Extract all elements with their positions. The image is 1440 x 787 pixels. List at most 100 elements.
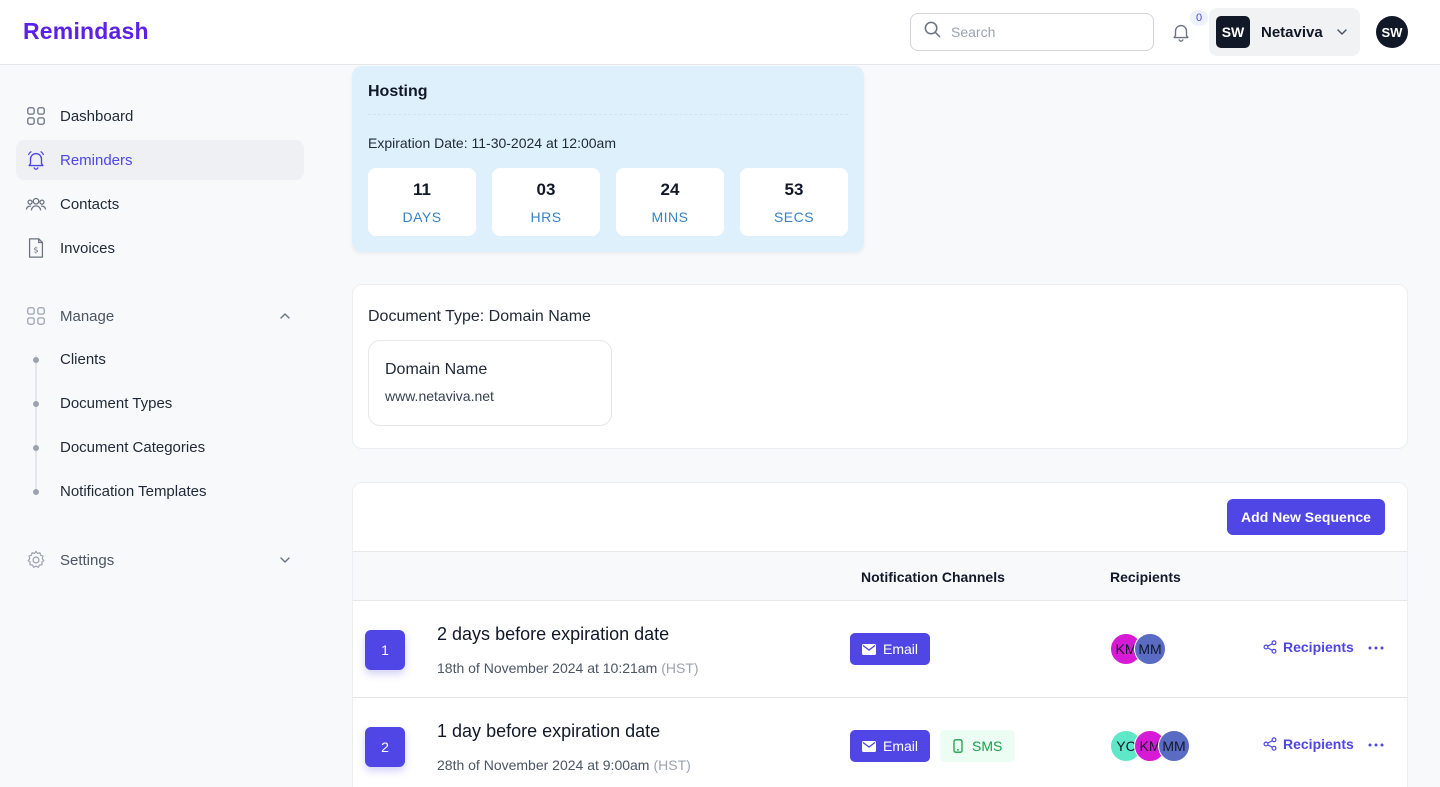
document-field-value: www.netaviva.net — [385, 388, 494, 404]
top-header: Remindash 0 SW Netaviva SW — [0, 0, 1440, 65]
sequence-title: 2 days before expiration date — [437, 624, 669, 645]
envelope-icon — [862, 643, 876, 655]
column-header-recipients: Recipients — [1110, 569, 1181, 585]
sidebar-item-label: Contacts — [60, 195, 120, 213]
sequence-number: 1 — [365, 630, 405, 670]
countdown-minutes: 24 MINS — [616, 168, 724, 236]
countdown-seconds: 53 SECS — [740, 168, 848, 236]
app-logo[interactable]: Remindash — [23, 18, 149, 45]
document-field-box: Domain Name www.netaviva.net — [368, 340, 612, 426]
sequence-date-text: 28th of November 2024 at 9:00am — [437, 757, 650, 773]
search-input[interactable] — [951, 24, 1141, 40]
sidebar: Dashboard Reminders Contacts $ Invoices … — [0, 65, 320, 787]
sms-channel-badge[interactable]: SMS — [940, 730, 1016, 762]
channel-label: Email — [883, 641, 919, 657]
avatar[interactable]: MM — [1134, 633, 1166, 665]
sidebar-subitem-document-categories[interactable]: Document Categories — [60, 439, 205, 456]
document-card: Document Type: Domain Name Domain Name w… — [352, 284, 1408, 449]
sidebar-item-label: Manage — [60, 307, 115, 325]
submenu-dot — [33, 445, 39, 451]
countdown-unit: DAYS — [402, 209, 442, 225]
sidebar-item-label: Settings — [60, 551, 115, 569]
user-avatar[interactable]: SW — [1376, 16, 1408, 48]
sidebar-subitem-document-types[interactable]: Document Types — [60, 395, 172, 412]
submenu-dot — [33, 401, 39, 407]
timezone: (HST) — [653, 757, 691, 773]
countdown-unit: SECS — [773, 209, 815, 225]
sequence-amount: 2 days — [437, 624, 491, 644]
countdown-hours: 03 HRS — [492, 168, 600, 236]
recipients-link[interactable]: Recipients — [1263, 639, 1354, 655]
channel-label: SMS — [972, 738, 1003, 754]
envelope-icon — [862, 740, 876, 752]
submenu-line — [35, 355, 37, 492]
recipients-link[interactable]: Recipients — [1263, 736, 1354, 752]
avatar[interactable]: MM — [1158, 730, 1190, 762]
grid-icon — [24, 304, 48, 328]
sidebar-item-settings[interactable]: Settings — [16, 540, 304, 580]
countdown-value: 53 — [784, 180, 804, 199]
sequence-date: 28th of November 2024 at 9:00am (HST) — [437, 757, 691, 773]
chevron-down-icon — [278, 553, 292, 567]
hosting-countdown-card: Hosting Expiration Date: 11-30-2024 at 1… — [352, 66, 864, 252]
sidebar-item-reminders[interactable]: Reminders — [16, 140, 304, 180]
add-new-sequence-button[interactable]: Add New Sequence — [1227, 499, 1385, 535]
column-header-channels: Notification Channels — [861, 569, 1005, 585]
email-channel-badge[interactable]: Email — [850, 730, 931, 762]
sequence-card: Add New Sequence Notification Channels R… — [352, 482, 1408, 787]
countdown-unit: HRS — [530, 209, 562, 225]
svg-text:$: $ — [33, 245, 38, 255]
table-row: 1 2 days before expiration date 18th of … — [353, 601, 1407, 698]
share-icon — [1263, 737, 1277, 751]
sequence-date-text: 18th of November 2024 at 10:21am — [437, 660, 658, 676]
sequence-suffix: before expiration date — [495, 624, 670, 644]
email-channel-badge[interactable]: Email — [850, 633, 931, 665]
timezone: (HST) — [661, 660, 699, 676]
account-name: Netaviva — [1261, 23, 1323, 41]
sequence-number: 2 — [365, 727, 405, 767]
sidebar-item-label: Dashboard — [60, 107, 134, 125]
sidebar-item-contacts[interactable]: Contacts — [16, 184, 304, 224]
account-switcher[interactable]: SW Netaviva — [1209, 8, 1360, 56]
sidebar-item-invoices[interactable]: $ Invoices — [16, 228, 304, 268]
submenu-dot — [33, 357, 39, 363]
gear-icon — [24, 548, 48, 572]
notification-bell-icon[interactable] — [1170, 21, 1192, 43]
phone-icon — [953, 739, 963, 753]
recipients-link-label: Recipients — [1283, 736, 1354, 752]
sequence-suffix: before expiration date — [486, 721, 661, 741]
sidebar-item-label: Invoices — [60, 239, 116, 257]
share-icon — [1263, 640, 1277, 654]
sidebar-item-dashboard[interactable]: Dashboard — [16, 96, 304, 136]
sequence-date: 18th of November 2024 at 10:21am (HST) — [437, 660, 699, 676]
notification-count-badge: 0 — [1190, 10, 1208, 26]
hosting-title: Hosting — [368, 83, 428, 100]
users-icon — [24, 192, 48, 216]
sidebar-subitem-clients[interactable]: Clients — [60, 351, 106, 368]
recipients-link-label: Recipients — [1283, 639, 1354, 655]
countdown-unit: MINS — [651, 209, 689, 225]
document-type-label: Document Type: Domain Name — [368, 308, 591, 325]
countdown-days: 11 DAYS — [368, 168, 476, 236]
channel-label: Email — [883, 738, 919, 754]
search-box[interactable] — [910, 13, 1154, 51]
chevron-up-icon — [278, 309, 292, 323]
expiration-date: Expiration Date: 11-30-2024 at 12:00am — [368, 135, 617, 151]
search-icon — [923, 20, 942, 44]
sidebar-item-label: Reminders — [60, 151, 133, 169]
more-horizontal-icon[interactable] — [1367, 736, 1385, 754]
more-horizontal-icon[interactable] — [1367, 639, 1385, 657]
sequence-title: 1 day before expiration date — [437, 721, 660, 742]
sequence-amount: 1 day — [437, 721, 482, 741]
grid-icon — [24, 104, 48, 128]
countdown-value: 11 — [413, 180, 431, 199]
sidebar-item-manage[interactable]: Manage — [16, 296, 304, 336]
sidebar-subitem-notification-templates[interactable]: Notification Templates — [60, 483, 206, 500]
table-header: Notification Channels Recipients — [353, 551, 1407, 601]
invoice-icon: $ — [24, 236, 48, 260]
account-avatar: SW — [1216, 16, 1250, 48]
countdown-value: 24 — [660, 180, 680, 199]
divider — [368, 114, 848, 115]
countdown-value: 03 — [536, 180, 556, 199]
submenu-dot — [33, 489, 39, 495]
